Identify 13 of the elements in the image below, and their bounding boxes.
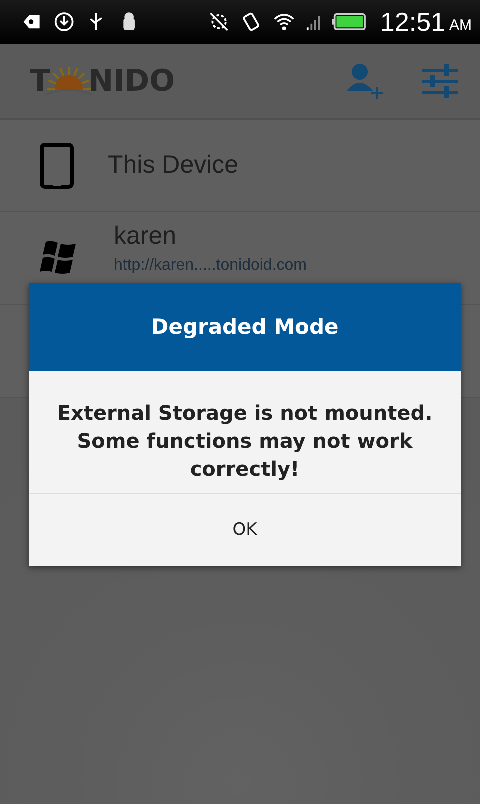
ok-button[interactable]: OK	[29, 494, 461, 566]
battery-icon	[332, 12, 366, 32]
device-name: karen	[114, 222, 178, 250]
dialog-title: Degraded Mode	[29, 283, 461, 371]
device-name: This Device	[108, 151, 239, 180]
tablet-icon	[40, 142, 74, 188]
device-url: http://karen.....tonidoid.com	[114, 256, 307, 274]
status-time: 12:51	[380, 6, 446, 38]
add-user-button[interactable]	[344, 61, 384, 101]
status-meridiem: AM	[450, 16, 472, 34]
download-icon	[52, 10, 76, 34]
settings-sliders-button[interactable]	[420, 62, 460, 100]
sync-off-icon	[208, 10, 230, 34]
